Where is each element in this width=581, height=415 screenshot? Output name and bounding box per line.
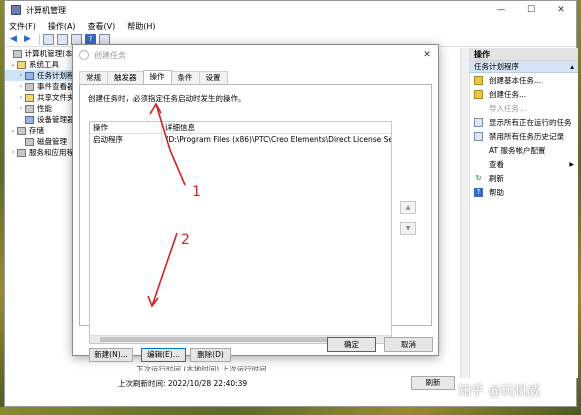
annotation-layer xyxy=(147,102,186,308)
annotation-label-2: 2 xyxy=(181,232,190,248)
annotation-arrow-2 xyxy=(151,232,178,307)
annotation-arrow-1 xyxy=(155,103,186,186)
watermark: 知乎 @玩机威 xyxy=(458,384,541,399)
annotation-label-1: 1 xyxy=(192,184,201,200)
